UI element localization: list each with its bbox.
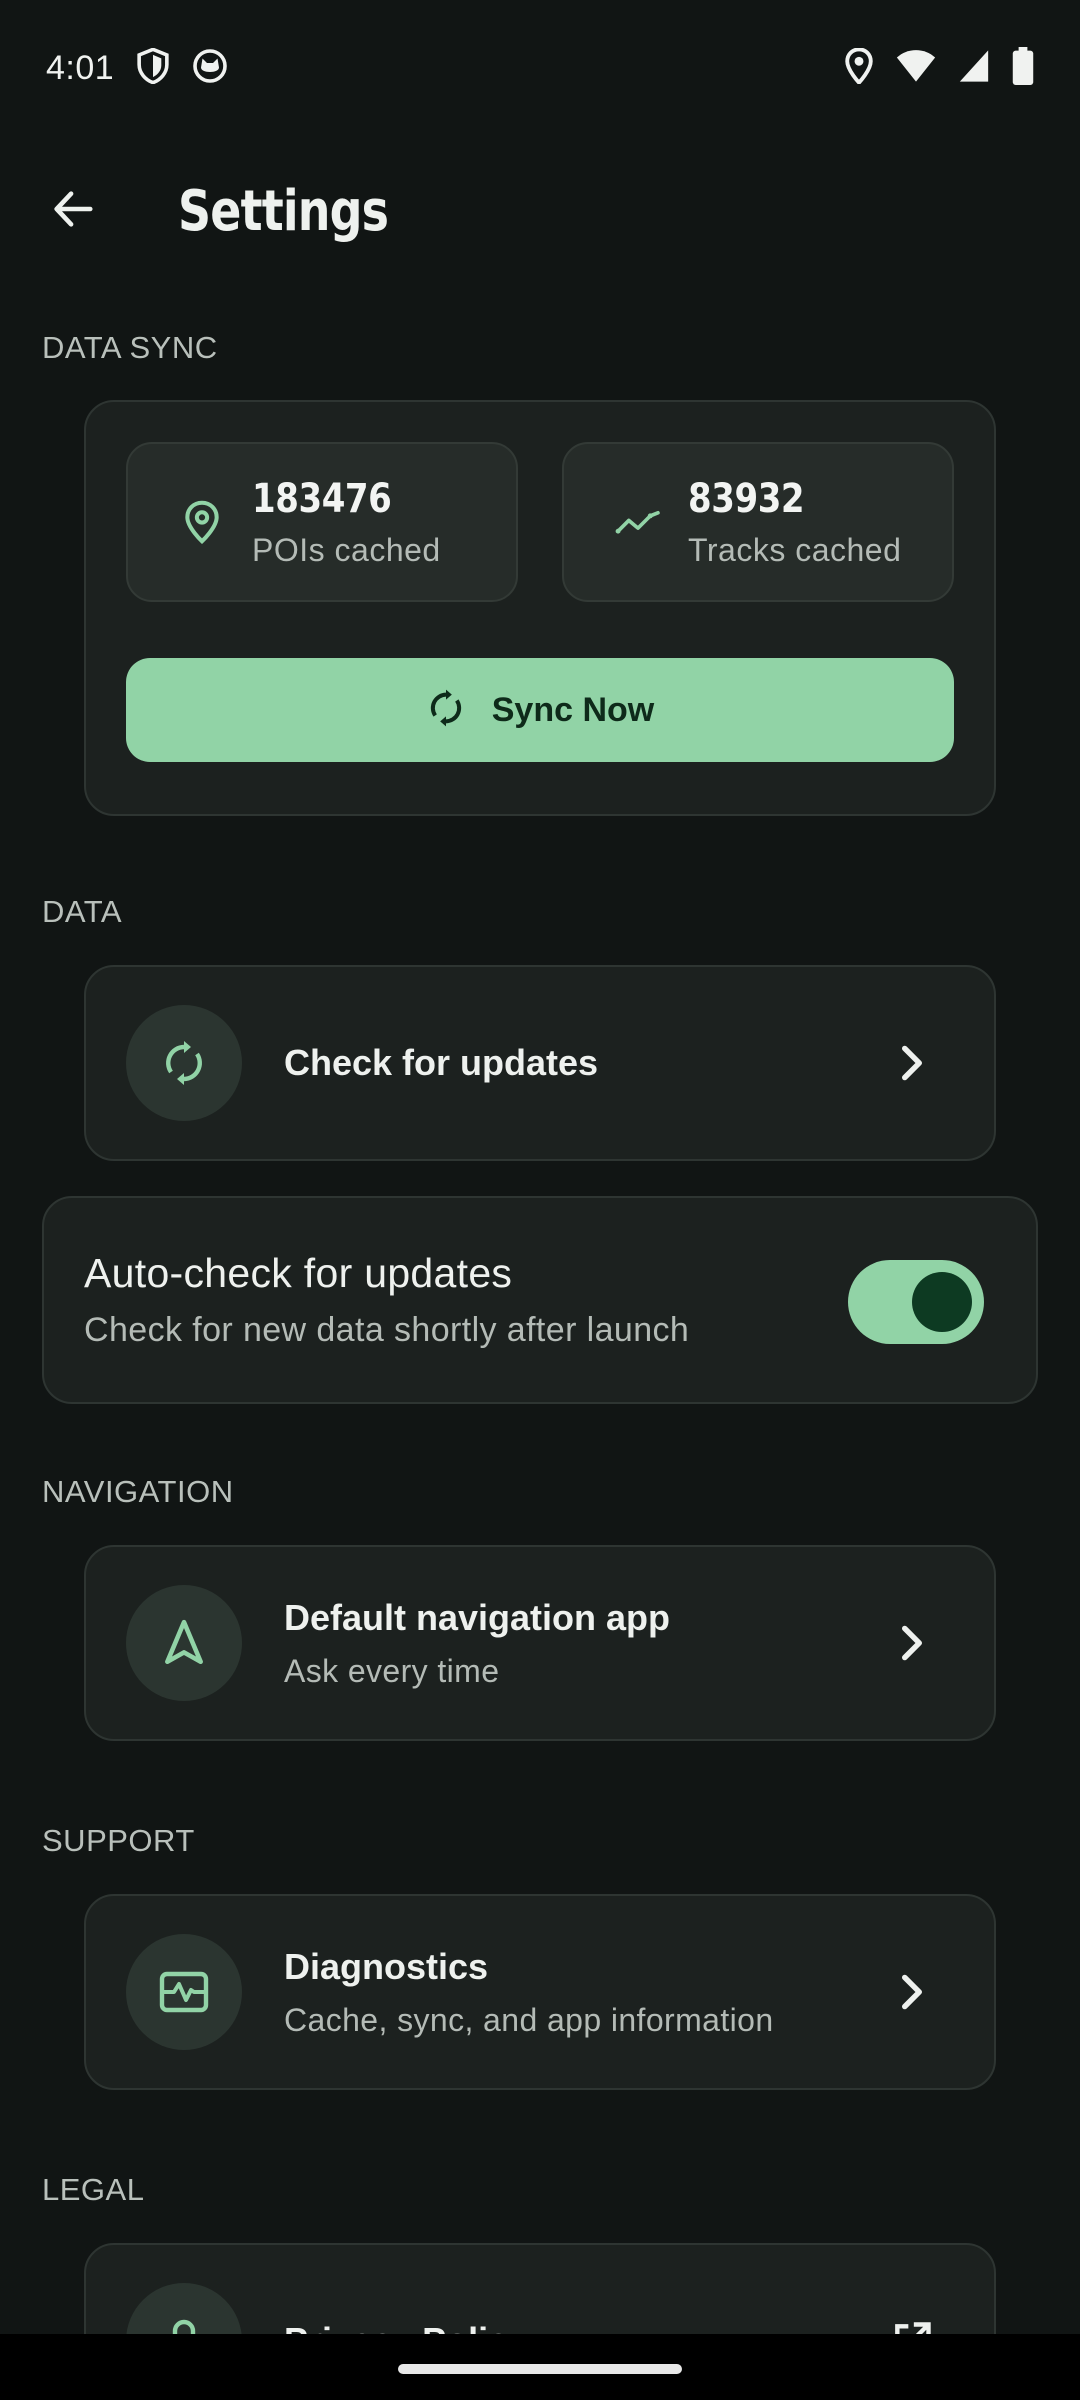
shield-icon	[136, 46, 170, 89]
check-for-updates-row[interactable]: Check for updates	[84, 965, 996, 1161]
sync-now-button[interactable]: Sync Now	[126, 658, 954, 762]
navigation-arrow-icon	[126, 1585, 242, 1701]
wifi-icon	[896, 49, 936, 88]
chevron-right-icon	[882, 1623, 942, 1663]
tracks-stat: 83932 Tracks cached	[562, 442, 954, 602]
diagnostics-subtitle: Cache, sync, and app information	[284, 2001, 774, 2038]
default-navigation-subtitle: Ask every time	[284, 1652, 500, 1689]
auto-check-updates-row[interactable]: Auto-check for updates Check for new dat…	[42, 1196, 1038, 1404]
status-bar: 4:01	[0, 0, 1080, 136]
diagnostics-title: Diagnostics	[284, 1945, 489, 1987]
sync-icon	[426, 688, 466, 733]
back-button[interactable]	[18, 156, 128, 266]
arrow-back-icon	[50, 186, 96, 237]
diagnostics-row[interactable]: Diagnostics Cache, sync, and app informa…	[84, 1894, 996, 2090]
section-label-navigation: NAVIGATION	[42, 1474, 234, 1509]
auto-check-toggle[interactable]	[848, 1260, 984, 1344]
location-icon	[844, 46, 874, 89]
chevron-right-icon	[882, 1043, 942, 1083]
auto-check-title: Auto-check for updates	[84, 1250, 513, 1296]
chevron-right-icon	[882, 1972, 942, 2012]
tracks-caption: Tracks cached	[688, 531, 902, 568]
pois-stat: 183476 POIs cached	[126, 442, 518, 602]
trending-line-icon	[608, 507, 668, 537]
system-navigation-bar	[0, 2334, 1080, 2400]
status-bar-right	[844, 46, 1034, 90]
section-label-support: SUPPORT	[42, 1823, 195, 1858]
section-label-legal: LEGAL	[42, 2172, 145, 2207]
pois-caption: POIs cached	[252, 531, 441, 568]
pois-count: 183476	[252, 475, 392, 522]
section-label-data: DATA	[42, 894, 123, 929]
auto-check-subtitle: Check for new data shortly after launch	[84, 1311, 690, 1349]
tracks-count: 83932	[688, 475, 805, 522]
page-title: Settings	[178, 178, 389, 244]
signal-icon	[958, 49, 990, 88]
default-navigation-app-row[interactable]: Default navigation app Ask every time	[84, 1545, 996, 1741]
app-bar: Settings	[0, 156, 1080, 266]
toggle-thumb	[912, 1272, 972, 1332]
default-navigation-title: Default navigation app	[284, 1596, 671, 1638]
section-label-data-sync: DATA SYNC	[42, 330, 218, 365]
location-pin-icon	[172, 500, 232, 544]
data-sync-card: 183476 POIs cached 83932 Tracks cached S…	[84, 400, 996, 816]
home-gesture-handle[interactable]	[398, 2364, 682, 2374]
sync-now-label: Sync Now	[491, 690, 655, 729]
monitor-heart-icon	[126, 1934, 242, 2050]
battery-icon	[1012, 46, 1034, 90]
cat-notification-icon	[192, 48, 228, 89]
sync-icon	[126, 1005, 242, 1121]
status-time: 4:01	[46, 48, 115, 87]
check-for-updates-title: Check for updates	[284, 1042, 599, 1083]
status-bar-left: 4:01	[46, 46, 228, 89]
